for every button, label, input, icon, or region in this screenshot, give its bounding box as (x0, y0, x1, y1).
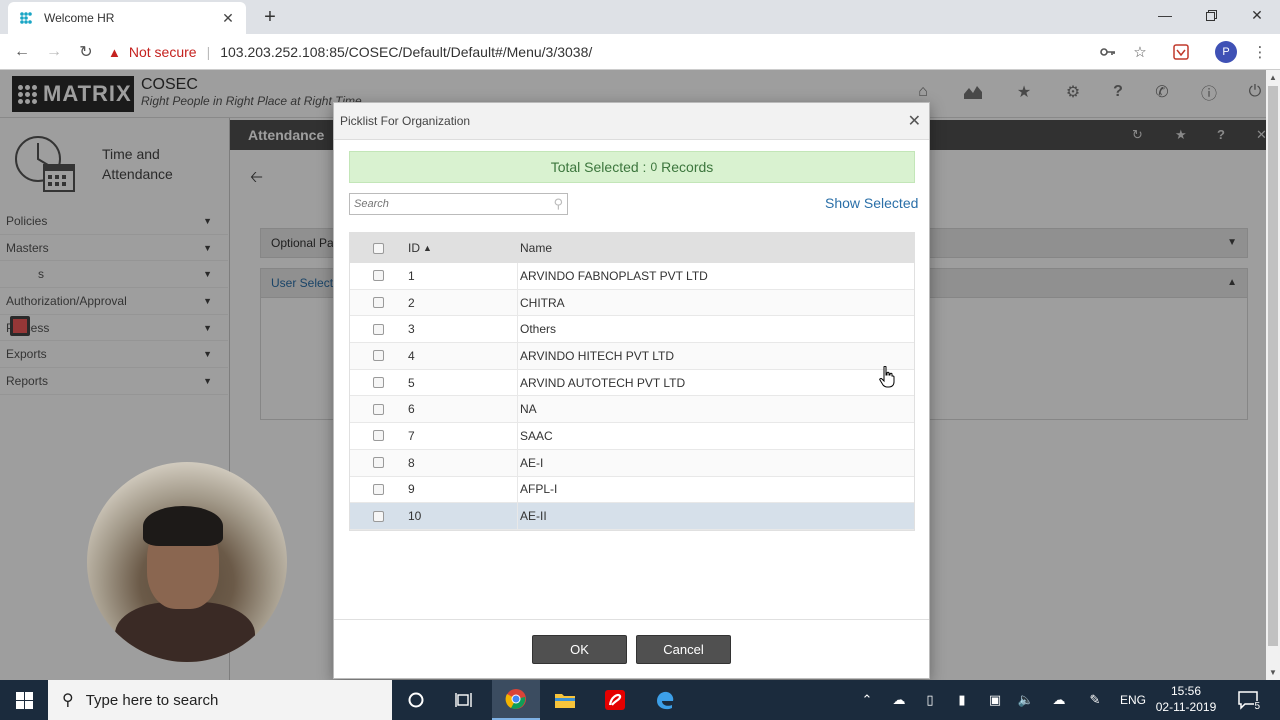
browser-tab-strip: Welcome HR ✕ + — ✕ (0, 0, 1280, 34)
search-box[interactable]: ⚲ (349, 193, 568, 215)
cloud-upload-icon[interactable]: ☁ (1048, 680, 1070, 720)
page-scrollbar[interactable]: ▲ ▼ (1266, 70, 1280, 680)
new-tab-button[interactable]: + (258, 5, 282, 29)
column-header-name[interactable]: Name (518, 241, 914, 255)
windows-logo-icon (15, 691, 33, 709)
url-text: 103.203.252.108:85/COSEC/Default/Default… (220, 44, 593, 60)
url-field[interactable]: ▲ Not secure | 103.203.252.108:85/COSEC/… (108, 38, 1158, 66)
tab-title: Welcome HR (44, 11, 115, 25)
onedrive-icon[interactable]: ☁ (888, 680, 910, 720)
site-favicon-icon (18, 10, 34, 26)
task-view-icon[interactable] (440, 680, 488, 720)
usb-device-icon[interactable]: ▯ (920, 680, 940, 720)
windows-taskbar: ⚲ Type here to search ⌃ ☁ ▯ ▮ ▣ 🔈 ☁ ✎ EN… (0, 680, 1280, 720)
restore-button[interactable] (1188, 0, 1234, 30)
row-checkbox[interactable] (372, 323, 384, 335)
row-checkbox[interactable] (372, 350, 384, 362)
selected-count: 0 (650, 160, 658, 174)
cortana-icon[interactable] (392, 680, 440, 720)
search-icon: ⚲ (553, 196, 563, 211)
row-checkbox[interactable] (372, 297, 384, 309)
row-checkbox[interactable] (372, 270, 384, 282)
key-icon[interactable] (1098, 42, 1118, 62)
sort-ascending-icon: ▲ (423, 243, 432, 253)
minimize-button[interactable]: — (1142, 0, 1188, 30)
column-header-id[interactable]: ID ▲ (406, 233, 518, 263)
table-row[interactable]: 9 AFPL-I (350, 476, 914, 504)
edge-icon[interactable] (641, 680, 689, 720)
modal-title: Picklist For Organization (340, 114, 471, 128)
browser-menu-icon[interactable]: ⋮ (1250, 42, 1270, 62)
table-row[interactable]: 5 ARVIND AUTOTECH PVT LTD (350, 369, 914, 397)
table-row[interactable]: 7 SAAC (350, 423, 914, 450)
search-input[interactable] (354, 198, 554, 210)
bookmark-star-icon[interactable]: ☆ (1130, 42, 1150, 62)
search-icon: ⚲ (62, 692, 74, 709)
row-checkbox[interactable] (372, 457, 384, 469)
table-row[interactable]: 10 AE-II (350, 503, 914, 530)
modal-header: Picklist For Organization ✕ (334, 103, 929, 140)
volume-icon[interactable]: 🔈 (1015, 680, 1037, 720)
scroll-thumb[interactable] (1268, 86, 1278, 646)
file-explorer-icon[interactable] (541, 680, 589, 720)
address-bar: ← → ↻ ▲ Not secure | 103.203.252.108:85/… (0, 34, 1280, 70)
show-hidden-icons[interactable]: ⌃ (858, 680, 876, 720)
row-checkbox[interactable] (372, 377, 384, 389)
table-row[interactable]: 6 NA (350, 396, 914, 424)
chrome-taskbar-icon[interactable] (492, 680, 540, 720)
cancel-button[interactable]: Cancel (636, 635, 731, 664)
start-button[interactable] (0, 680, 48, 720)
table-header: ID ▲ Name (350, 233, 914, 263)
table-row[interactable]: 1 ARVINDO FABNOPLAST PVT LTD (350, 263, 914, 290)
scroll-down-icon: ▼ (1269, 668, 1277, 677)
table-row[interactable]: 2 CHITRA (350, 289, 914, 317)
modal-close-icon[interactable]: ✕ (908, 111, 921, 131)
scroll-up-icon: ▲ (1269, 73, 1277, 82)
taskbar-search[interactable]: ⚲ Type here to search (48, 680, 392, 720)
warning-icon: ▲ (108, 44, 121, 60)
security-label: Not secure (128, 44, 197, 60)
hand-cursor-icon (879, 365, 895, 388)
close-window-button[interactable]: ✕ (1234, 0, 1280, 30)
show-selected-link[interactable]: Show Selected (825, 195, 918, 211)
row-checkbox[interactable] (372, 430, 384, 442)
pen-workspace-icon[interactable]: ✎ (1084, 680, 1106, 720)
row-checkbox[interactable] (372, 510, 384, 522)
row-checkbox[interactable] (372, 403, 384, 415)
reload-icon[interactable]: ↻ (74, 40, 98, 64)
organization-table: ID ▲ Name 1 ARVINDO FABNOPLAST PVT LTD 2 CH… (349, 232, 915, 531)
webcam-overlay (87, 462, 287, 662)
ok-button[interactable]: OK (532, 635, 627, 664)
browser-tab[interactable]: Welcome HR ✕ (8, 2, 246, 34)
selection-summary: Total Selected : 0 Records (349, 151, 915, 183)
select-all-checkbox[interactable] (372, 242, 384, 254)
table-row[interactable]: 3 Others (350, 316, 914, 344)
forward-icon[interactable]: → (42, 40, 66, 64)
tab-close-icon[interactable]: ✕ (220, 10, 236, 27)
network-icon[interactable]: ▣ (984, 680, 1006, 720)
url-separator: | (206, 44, 211, 60)
picklist-modal: Picklist For Organization ✕ Total Select… (333, 102, 930, 679)
row-checkbox[interactable] (372, 483, 384, 495)
back-icon[interactable]: ← (10, 40, 34, 64)
battery-icon[interactable]: ▮ (952, 680, 972, 720)
language-indicator[interactable]: ENG (1116, 680, 1150, 720)
profile-avatar[interactable]: P (1215, 41, 1237, 63)
airtel-app-icon[interactable] (591, 680, 639, 720)
table-row[interactable]: 4 ARVINDO HITECH PVT LTD (350, 343, 914, 370)
system-clock[interactable]: 15:56 02-11-2019 (1152, 683, 1220, 715)
action-center-icon[interactable]: 5 (1236, 688, 1260, 712)
notification-count: 5 (1254, 701, 1260, 712)
modal-footer-divider (334, 619, 929, 620)
extension-icon[interactable] (1171, 42, 1191, 62)
table-row[interactable]: 8 AE-I (350, 449, 914, 477)
